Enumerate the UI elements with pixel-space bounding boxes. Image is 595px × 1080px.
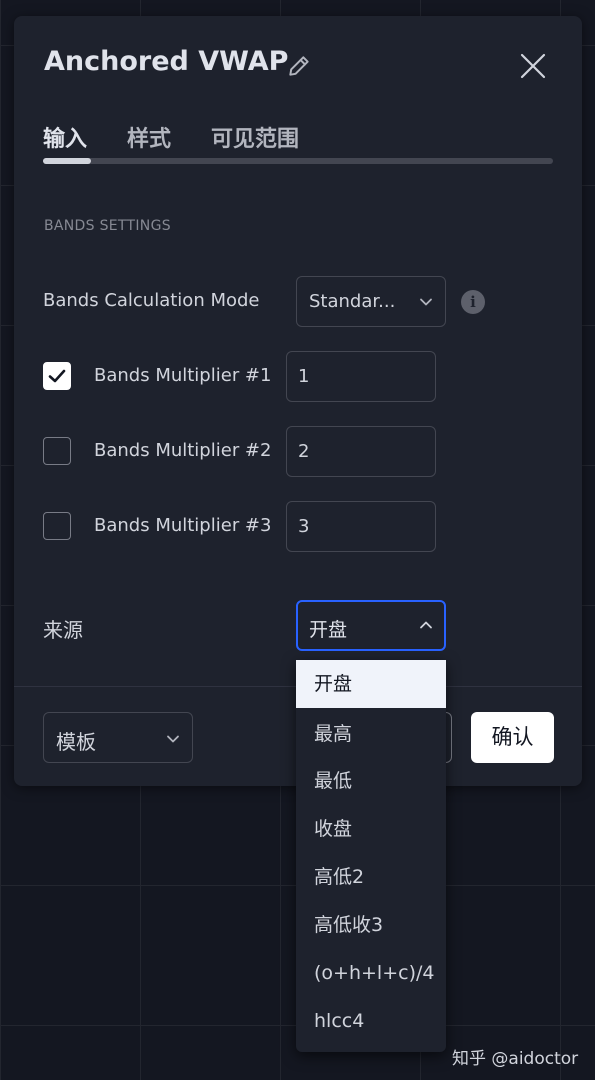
multiplier-1-label: Bands Multiplier #1 xyxy=(94,365,272,386)
template-button[interactable]: 模板 xyxy=(43,712,193,763)
multiplier-3-value: 3 xyxy=(298,516,310,537)
source-label: 来源 xyxy=(43,618,83,642)
source-option[interactable]: 开盘 xyxy=(296,660,446,708)
multiplier-1-value: 1 xyxy=(298,366,310,387)
source-option[interactable]: 高低收3 xyxy=(296,901,446,949)
multiplier-3-checkbox[interactable] xyxy=(43,512,71,540)
multiplier-2-checkbox[interactable] xyxy=(43,437,71,465)
bands-mode-select[interactable]: Standar... xyxy=(296,276,446,327)
close-icon[interactable] xyxy=(519,52,547,80)
multiplier-1-input[interactable]: 1 xyxy=(286,351,436,402)
template-label: 模板 xyxy=(56,730,96,754)
tab-style[interactable]: 样式 xyxy=(127,121,171,153)
multiplier-3-label: Bands Multiplier #3 xyxy=(94,515,272,536)
dialog-title: Anchored VWAP xyxy=(44,46,289,77)
multiplier-1-checkbox[interactable] xyxy=(43,362,71,390)
bands-mode-value: Standar... xyxy=(309,291,396,312)
source-option[interactable]: 高低2 xyxy=(296,853,446,901)
tab-inputs[interactable]: 输入 xyxy=(43,121,87,153)
multiplier-2-input[interactable]: 2 xyxy=(286,426,436,477)
section-title: BANDS SETTINGS xyxy=(44,218,171,234)
source-select[interactable]: 开盘 xyxy=(296,600,446,651)
multiplier-2-value: 2 xyxy=(298,441,310,462)
source-dropdown-menu: 开盘 最高 最低 收盘 高低2 高低收3 (o+h+l+c)/4 hlcc4 xyxy=(296,660,446,1052)
active-tab-indicator xyxy=(43,158,91,164)
source-value: 开盘 xyxy=(309,619,348,641)
tab-visibility[interactable]: 可见范围 xyxy=(211,121,299,153)
chevron-down-icon xyxy=(167,735,179,743)
watermark: 知乎 @aidoctor xyxy=(452,1049,579,1069)
source-option[interactable]: hlcc4 xyxy=(296,997,446,1045)
multiplier-2-label: Bands Multiplier #2 xyxy=(94,440,272,461)
bands-mode-label: Bands Calculation Mode xyxy=(43,290,260,311)
pencil-icon[interactable] xyxy=(286,53,312,79)
source-option[interactable]: 最低 xyxy=(296,757,446,805)
tab-track xyxy=(43,158,553,164)
chevron-up-icon xyxy=(420,621,432,629)
multiplier-3-input[interactable]: 3 xyxy=(286,501,436,552)
ok-button[interactable]: 确认 xyxy=(471,712,554,763)
checkmark-icon xyxy=(48,369,66,383)
chevron-down-icon xyxy=(420,298,432,306)
source-option[interactable]: 收盘 xyxy=(296,805,446,853)
info-icon[interactable]: i xyxy=(461,290,485,314)
source-option[interactable]: 最高 xyxy=(296,710,446,758)
source-option[interactable]: (o+h+l+c)/4 xyxy=(296,949,446,997)
